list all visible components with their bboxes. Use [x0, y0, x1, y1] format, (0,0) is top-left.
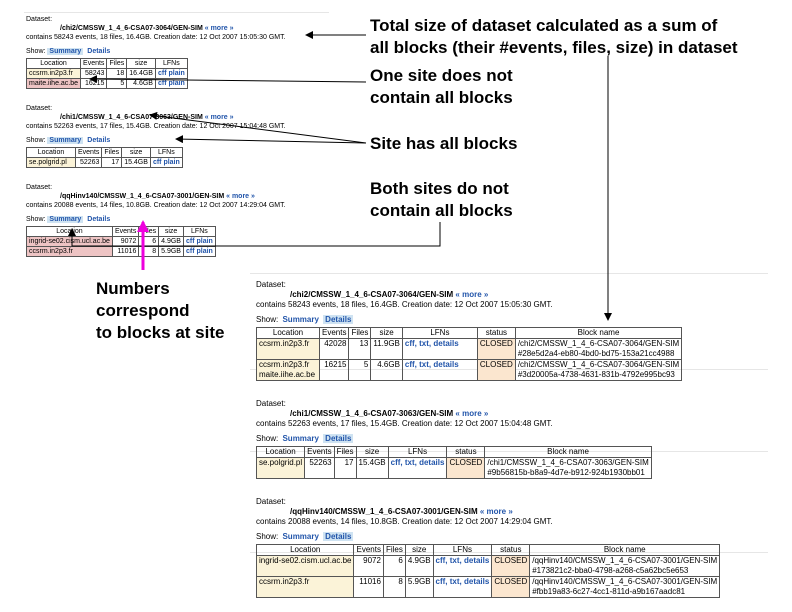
arrow-both-sites	[68, 222, 441, 247]
arrow-one-site	[89, 75, 367, 84]
annotation-arrows	[68, 31, 612, 321]
